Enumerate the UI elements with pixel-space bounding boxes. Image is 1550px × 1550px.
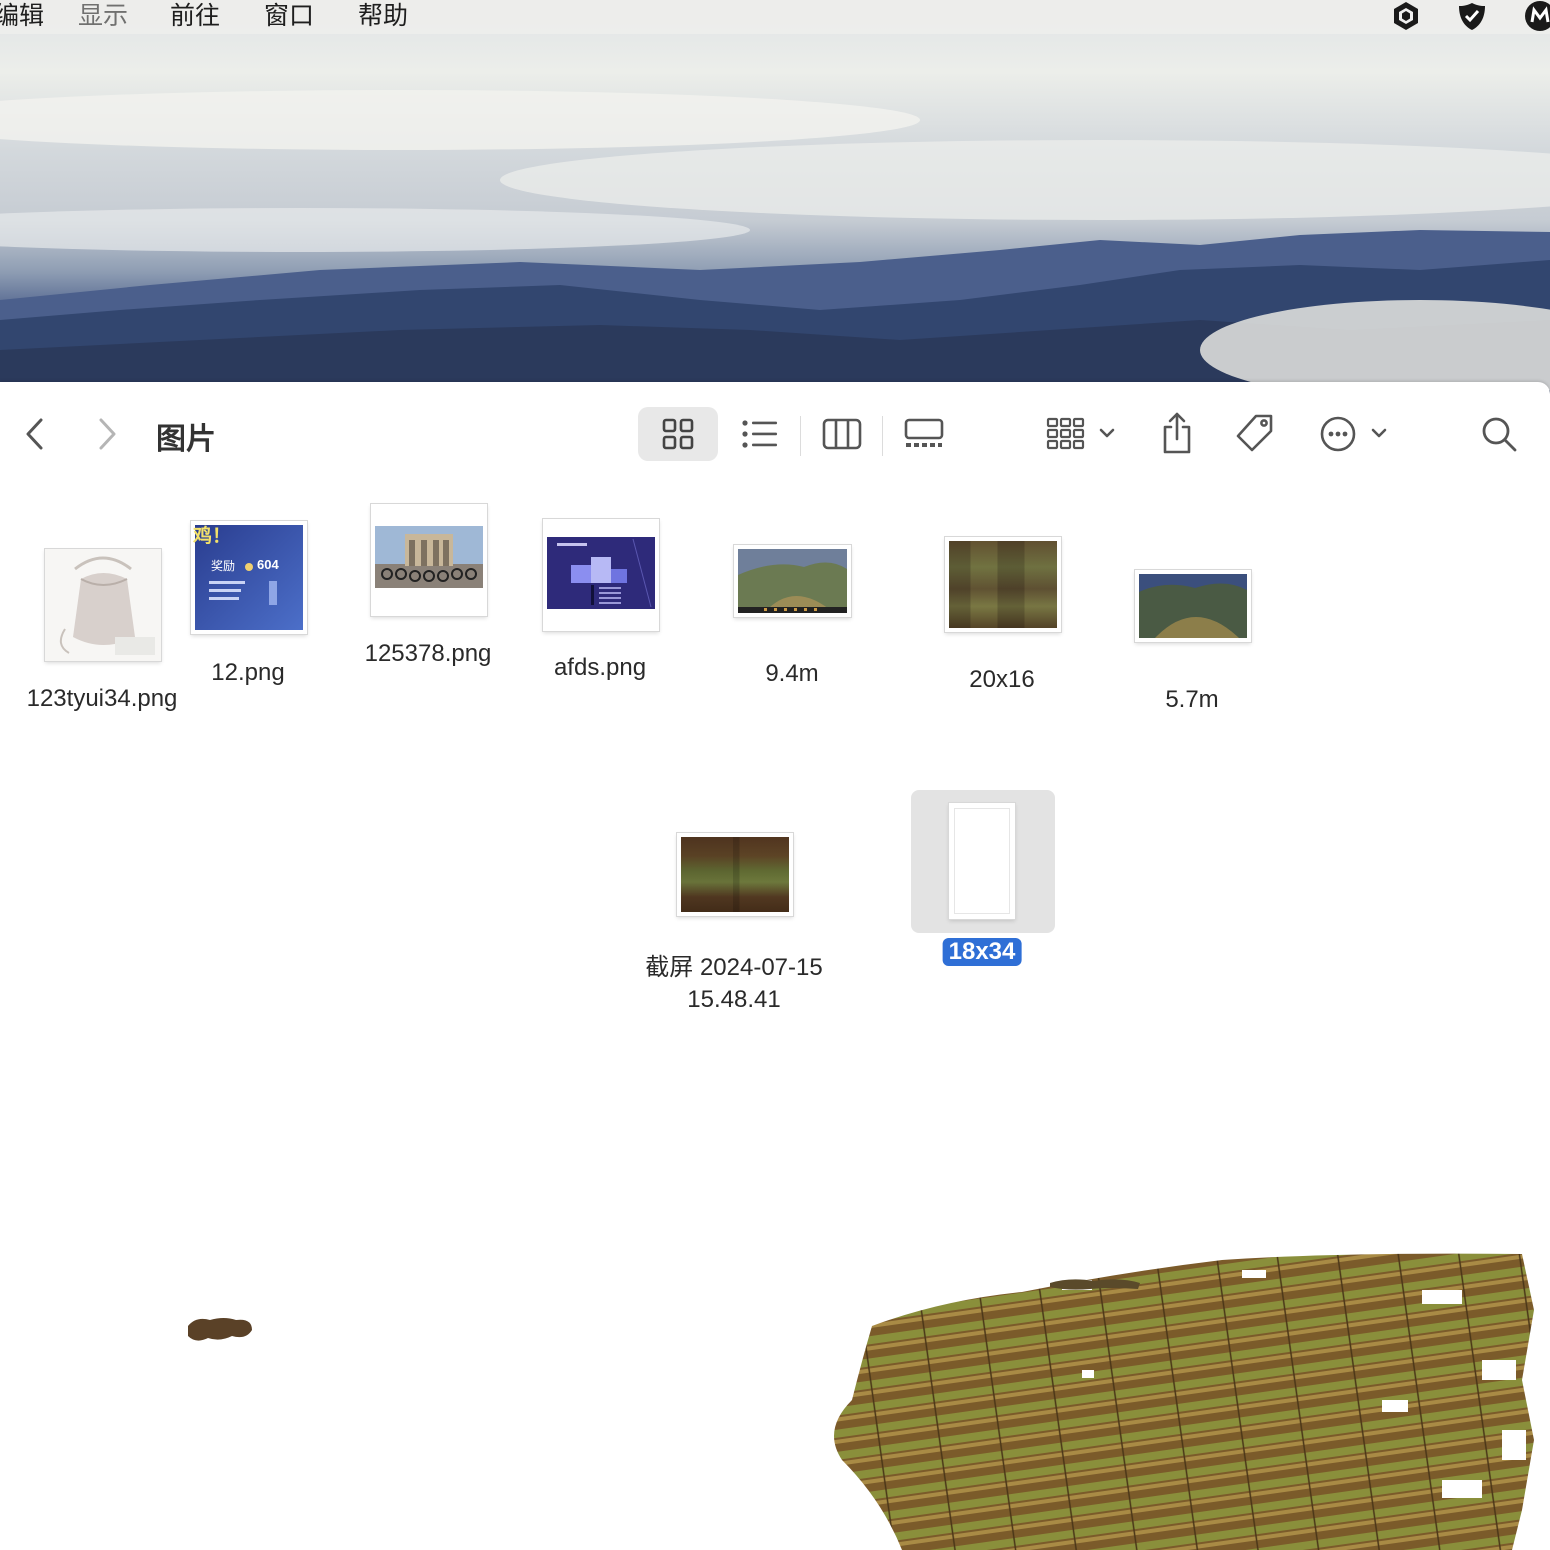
file-name[interactable]: afds.png: [554, 654, 646, 682]
gallery-view-icon[interactable]: [900, 412, 948, 456]
list-view-icon[interactable]: [736, 412, 784, 456]
file-name[interactable]: 125378.png: [365, 640, 492, 668]
menu-window[interactable]: 窗口: [264, 0, 314, 32]
file-name[interactable]: 12.png: [211, 659, 284, 687]
wallpaper-artifact: [188, 1318, 252, 1341]
group-icon[interactable]: [1044, 412, 1124, 456]
toolbar-divider: [882, 416, 883, 456]
search-icon[interactable]: [1478, 412, 1520, 456]
thumb-coin-icon: [245, 563, 253, 571]
menu-edit[interactable]: 编辑: [0, 0, 44, 32]
file-thumbnail[interactable]: [371, 504, 487, 616]
more-icon[interactable]: [1318, 412, 1394, 456]
menu-view[interactable]: 显示: [78, 0, 128, 32]
menu-bar: 编辑 显示 前往 窗口 帮助: [0, 0, 1550, 34]
file-thumbnail[interactable]: [543, 519, 659, 631]
wallpaper-artifact: [1050, 1279, 1140, 1290]
chevron-left-icon[interactable]: [18, 414, 52, 454]
menu-help[interactable]: 帮助: [358, 0, 408, 32]
file-thumbnail[interactable]: [677, 833, 793, 916]
file-name[interactable]: 截屏 2024-07-15 15.48.41: [624, 952, 844, 1016]
shield-hexagon-icon[interactable]: [1390, 0, 1422, 32]
menu-go[interactable]: 前往: [170, 0, 220, 32]
toolbar-divider: [800, 416, 801, 456]
chevron-right-icon[interactable]: [90, 414, 124, 454]
m-app-icon[interactable]: [1524, 0, 1550, 32]
file-thumbnail[interactable]: [45, 549, 161, 661]
file-name[interactable]: 9.4m: [765, 660, 818, 688]
finder-toolbar: 图片: [0, 382, 1550, 486]
tag-icon[interactable]: [1232, 410, 1278, 456]
column-view-icon[interactable]: [818, 412, 866, 456]
window-title: 图片: [156, 423, 216, 456]
file-name[interactable]: 123tyui34.png: [27, 685, 178, 713]
thumb-reward-label: 奖励: [211, 559, 236, 573]
file-thumbnail[interactable]: 鸡！ 奖励 604: [191, 521, 307, 634]
file-name[interactable]: 5.7m: [1165, 686, 1218, 714]
security-shield-icon[interactable]: [1456, 0, 1488, 32]
file-name[interactable]: 20x16: [969, 666, 1034, 694]
finder-window: 图片 123tyui34.png 鸡！ 奖励 604 12.png 125378…: [0, 382, 1550, 1550]
wallpaper-artifact: [834, 1253, 1534, 1550]
thumb-game-title: 鸡！: [193, 526, 232, 547]
share-icon[interactable]: [1156, 408, 1198, 458]
thumb-reward-value: 604: [257, 557, 279, 572]
file-thumbnail[interactable]: [734, 545, 851, 617]
file-thumbnail[interactable]: [945, 537, 1061, 632]
file-thumbnail[interactable]: [949, 803, 1015, 919]
file-name[interactable]: 18x34: [942, 938, 1022, 966]
file-thumbnail[interactable]: [1135, 570, 1251, 642]
icon-view-icon[interactable]: [654, 412, 702, 456]
desktop-wallpaper: [0, 0, 1550, 400]
